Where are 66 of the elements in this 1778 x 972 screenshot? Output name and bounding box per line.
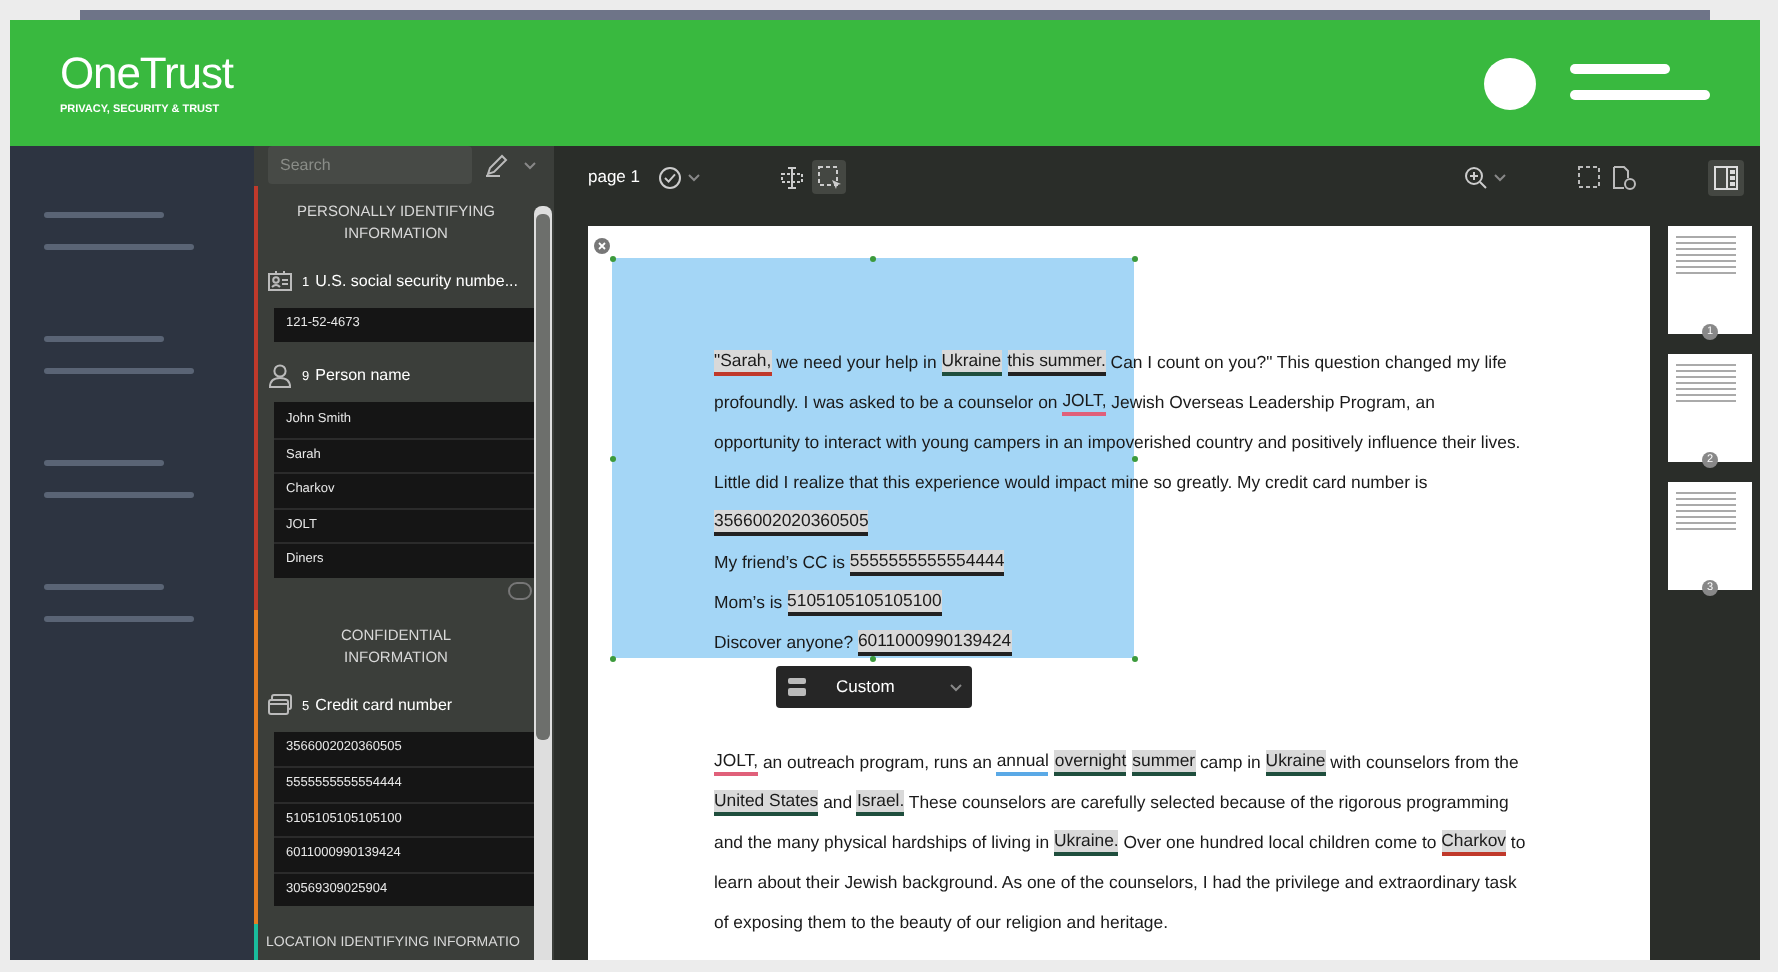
layers-icon: [786, 676, 808, 698]
document-text: camp in: [1197, 751, 1263, 773]
document-text: learn about their Jewish background. As one of the counselors, I had the privilege and extraordinary task: [714, 871, 1517, 893]
page-label: page 1: [588, 164, 640, 190]
panel-toggle-button[interactable]: [1708, 159, 1744, 195]
check-circle-icon[interactable]: [658, 165, 682, 189]
document-text: Little did I realize that this experience would impact mine so greatly. My credit card number is: [714, 471, 1428, 493]
select-area-icon[interactable]: [1578, 166, 1600, 188]
tagged-entity[interactable]: summer: [1132, 749, 1196, 775]
document-text: to: [1508, 831, 1526, 853]
id-card-icon: [268, 269, 292, 293]
tagged-entity[interactable]: Ukraine.: [1053, 829, 1119, 855]
tagged-entity[interactable]: JOLT,: [1062, 389, 1107, 415]
search-field[interactable]: Search: [268, 146, 472, 185]
resize-handle[interactable]: [610, 456, 616, 462]
zoom-in-icon[interactable]: [1464, 165, 1488, 189]
tagged-entity[interactable]: 3566002020360505: [714, 509, 869, 535]
document-text: of exposing them to the beauty of our religion and heritage.: [714, 911, 1168, 933]
tagged-entity[interactable]: Israel.: [856, 789, 905, 815]
credit-card-icon: [268, 693, 292, 717]
resize-handle[interactable]: [610, 256, 616, 262]
tagged-entity[interactable]: 6011000990139424: [857, 629, 1012, 655]
document-text: These counselors are carefully selected because of the rigorous programming: [906, 791, 1509, 813]
scrollbar-thumb[interactable]: [536, 214, 550, 740]
tagged-entity[interactable]: this summer.: [1007, 349, 1106, 375]
menu-icon[interactable]: [1570, 64, 1710, 102]
category-dropdown[interactable]: Custom: [776, 666, 972, 708]
document-text: My friend’s CC is: [714, 551, 847, 573]
resize-handle[interactable]: [1132, 656, 1138, 662]
document-text: Mom’s is: [714, 591, 785, 613]
document-text: an outreach program, runs an: [760, 751, 994, 773]
resize-handle[interactable]: [1132, 456, 1138, 462]
document-text: opportunity to interact with young campers in an impoverished country and positively influence their lives.: [714, 431, 1521, 453]
document-text: and: [821, 791, 855, 813]
tagged-entity[interactable]: overnight: [1054, 749, 1127, 775]
pen-icon[interactable]: [484, 153, 512, 178]
more-options-icon[interactable]: [508, 581, 532, 599]
document-settings-icon[interactable]: [1612, 165, 1636, 189]
close-icon[interactable]: [594, 238, 610, 254]
tagged-entity[interactable]: Charkov: [1441, 829, 1506, 855]
document-text: and the many physical hardships of living in: [714, 831, 1052, 853]
caret-icon[interactable]: [688, 173, 700, 181]
document-text: profoundly. I was asked to be a counselor on: [714, 391, 1060, 413]
document-text: with counselors from the: [1328, 751, 1519, 773]
caret-icon[interactable]: [524, 161, 536, 170]
caret-icon[interactable]: [1494, 173, 1506, 181]
tagged-entity[interactable]: 5105105105105100: [787, 589, 942, 615]
tagged-entity[interactable]: annual: [996, 749, 1049, 775]
tagged-entity[interactable]: JOLT,: [714, 749, 759, 775]
document-text: Discover anyone?: [714, 631, 856, 653]
document-text: Jewish Overseas Leadership Program, an: [1109, 391, 1435, 413]
document-text: Over one hundred local children come to: [1121, 831, 1439, 853]
person-icon: [268, 364, 292, 388]
document-text: we need your help in: [774, 351, 939, 373]
resize-handle[interactable]: [870, 256, 876, 262]
resize-handle[interactable]: [610, 656, 616, 662]
document-text: Can I count on you?" This question changed my life: [1108, 351, 1507, 373]
tagged-entity[interactable]: "Sarah,: [714, 349, 772, 375]
tagged-entity[interactable]: United States: [714, 789, 819, 815]
logo-text: OneTrust: [60, 49, 233, 97]
resize-handle[interactable]: [1132, 256, 1138, 262]
area-select-button[interactable]: [812, 160, 846, 194]
tagged-entity[interactable]: Ukraine: [1265, 749, 1326, 775]
tagged-entity[interactable]: 5555555555554444: [849, 549, 1005, 575]
resize-handle[interactable]: [870, 656, 876, 662]
caret-icon: [950, 683, 962, 691]
